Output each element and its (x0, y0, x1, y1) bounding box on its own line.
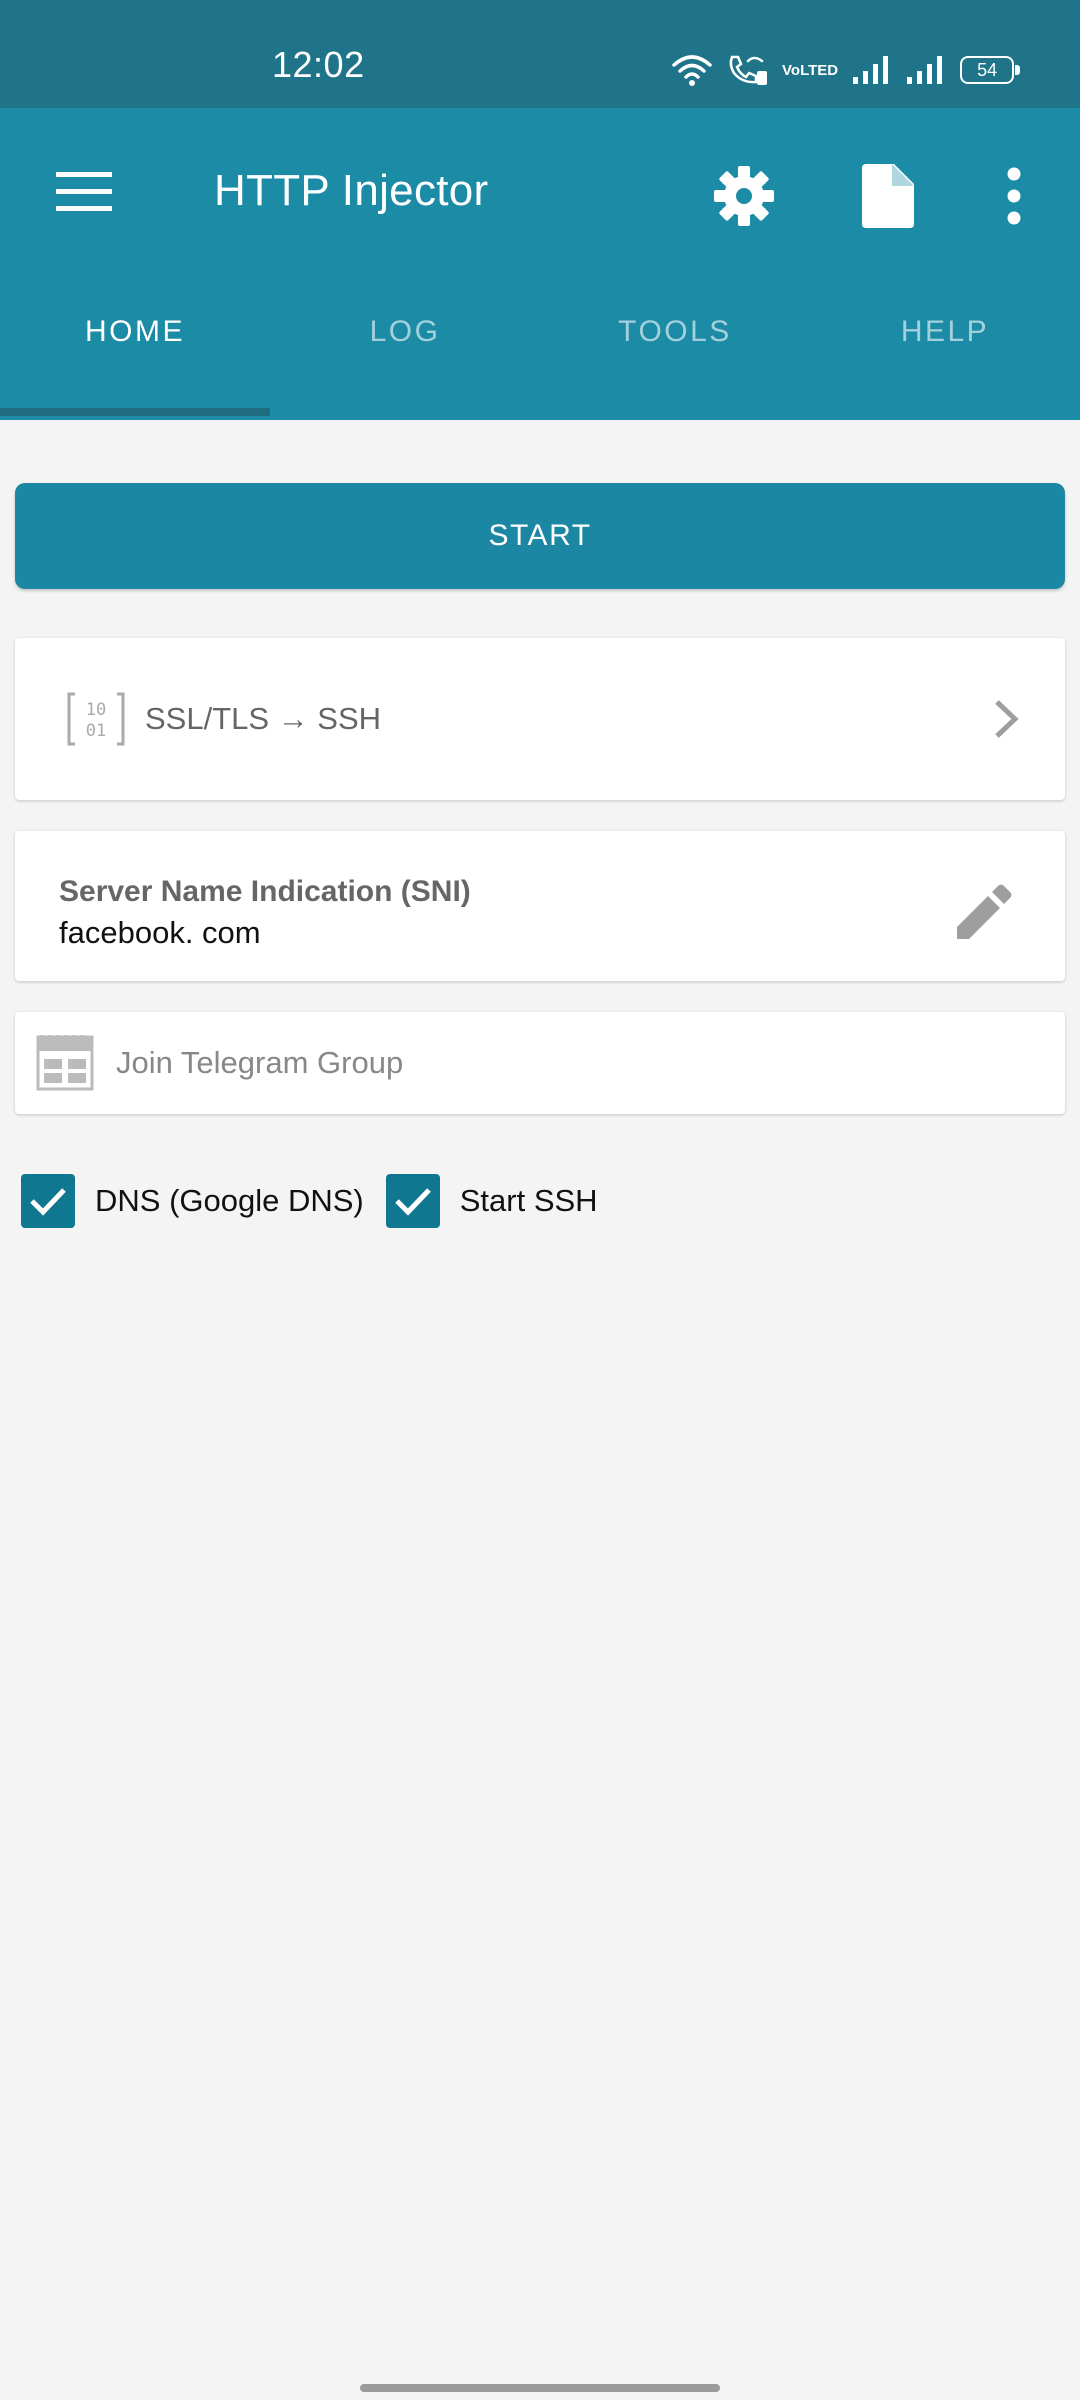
tunnel-mode-card[interactable]: 10 01 SSL/TLS → SSH (15, 638, 1065, 800)
edit-icon[interactable] (953, 883, 1013, 943)
status-time: 12:02 (272, 44, 365, 85)
tab-home[interactable]: HOME (0, 296, 270, 420)
start-ssh-checkbox-label: Start SSH (459, 1183, 598, 1218)
tab-help[interactable]: HELP (810, 296, 1080, 420)
tab-tools[interactable]: TOOLS (540, 296, 810, 420)
signal-icon (906, 55, 946, 85)
telegram-label: Join Telegram Group (116, 1045, 404, 1080)
start-button[interactable]: START (15, 483, 1065, 589)
start-ssh-checkbox[interactable] (385, 1174, 440, 1228)
more-vert-icon[interactable] (1000, 166, 1028, 226)
gear-icon[interactable] (712, 164, 776, 228)
app-title: HTTP Injector (214, 166, 489, 215)
sni-title: Server Name Indication (SNI) (59, 875, 471, 908)
home-indicator[interactable] (360, 2384, 720, 2392)
tunnel-mode-label: SSL/TLS → SSH (145, 701, 382, 736)
tab-bar: HOME LOG TOOLS HELP (0, 296, 1080, 420)
app-bar: HTTP Injector HOME LOG TOOLS HELP (0, 108, 1080, 420)
menu-icon[interactable] (56, 170, 112, 214)
volte-icon: Vo LTED (782, 61, 839, 79)
telegram-card[interactable]: Join Telegram Group (15, 1012, 1065, 1114)
dns-checkbox-label: DNS (Google DNS) (95, 1183, 364, 1218)
calendar-icon (36, 1035, 94, 1091)
svg-text:10: 10 (86, 700, 106, 720)
chevron-right-icon (985, 696, 1025, 742)
tab-indicator (0, 408, 270, 416)
sni-value: facebook. com (59, 915, 261, 950)
binary-icon: 10 01 (67, 690, 125, 748)
status-icons: Vo LTED 54 (672, 50, 1028, 90)
battery-icon: 54 (960, 56, 1021, 84)
options-row: DNS (Google DNS) Start SSH (21, 1174, 620, 1228)
file-icon[interactable] (862, 164, 914, 228)
sni-card[interactable]: Server Name Indication (SNI) facebook. c… (15, 831, 1065, 981)
dns-checkbox[interactable] (21, 1174, 75, 1228)
svg-text:01: 01 (86, 721, 106, 741)
tab-log[interactable]: LOG (270, 296, 540, 420)
signal-icon (852, 55, 892, 85)
wifi-icon (672, 53, 712, 87)
wifi-calling-icon (726, 53, 768, 87)
status-bar: 12:02 Vo LTED 54 (0, 0, 1080, 108)
